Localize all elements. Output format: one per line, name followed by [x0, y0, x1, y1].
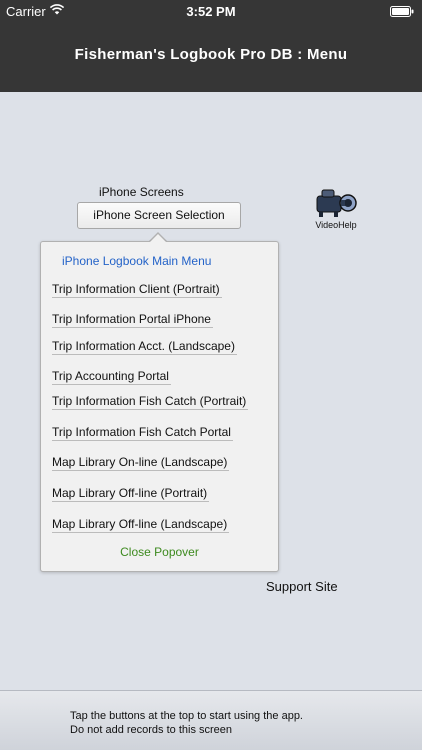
popover-title: iPhone Logbook Main Menu: [62, 254, 212, 268]
support-site-link[interactable]: Support Site: [266, 579, 338, 594]
instructions-line-1: Tap the buttons at the top to start usin…: [70, 710, 303, 722]
video-help-label: VideoHelp: [315, 220, 357, 230]
status-time: 3:52 PM: [186, 4, 236, 19]
menu-item-trip-info-acct[interactable]: Trip Information Acct. (Landscape): [52, 339, 237, 355]
navigation-bar: Fisherman's Logbook Pro DB : Menu: [0, 22, 422, 92]
popover-menu: iPhone Logbook Main Menu Trip Informatio…: [40, 241, 279, 572]
iphone-screens-label: iPhone Screens: [99, 185, 184, 199]
battery-icon: [390, 6, 414, 17]
instructions-line-2: Do not add records to this screen: [70, 724, 233, 736]
status-bar: Carrier 3:52 PM: [0, 0, 422, 22]
close-popover-button[interactable]: Close Popover: [41, 545, 278, 559]
menu-item-map-offline-portrait[interactable]: Map Library Off-line (Portrait): [52, 486, 210, 502]
popover-arrow: [149, 234, 167, 243]
menu-item-fish-catch-portal[interactable]: Trip Information Fish Catch Portal: [52, 425, 233, 441]
instructions-panel: Tap the buttons at the top to start usin…: [0, 690, 422, 750]
video-help-button[interactable]: VideoHelp: [312, 186, 360, 232]
menu-item-fish-catch-portrait[interactable]: Trip Information Fish Catch (Portrait): [52, 394, 249, 410]
page-title: Fisherman's Logbook Pro DB : Menu: [74, 46, 348, 63]
menu-item-trip-info-portal[interactable]: Trip Information Portal iPhone: [52, 312, 213, 328]
iphone-screen-selection-button[interactable]: iPhone Screen Selection: [77, 202, 241, 229]
menu-item-map-online-landscape[interactable]: Map Library On-line (Landscape): [52, 455, 230, 471]
menu-item-trip-accounting-portal[interactable]: Trip Accounting Portal: [52, 369, 171, 385]
menu-item-map-offline-landscape[interactable]: Map Library Off-line (Landscape): [52, 517, 230, 533]
menu-item-trip-info-client[interactable]: Trip Information Client (Portrait): [52, 282, 222, 298]
video-camera-icon: [316, 189, 357, 217]
